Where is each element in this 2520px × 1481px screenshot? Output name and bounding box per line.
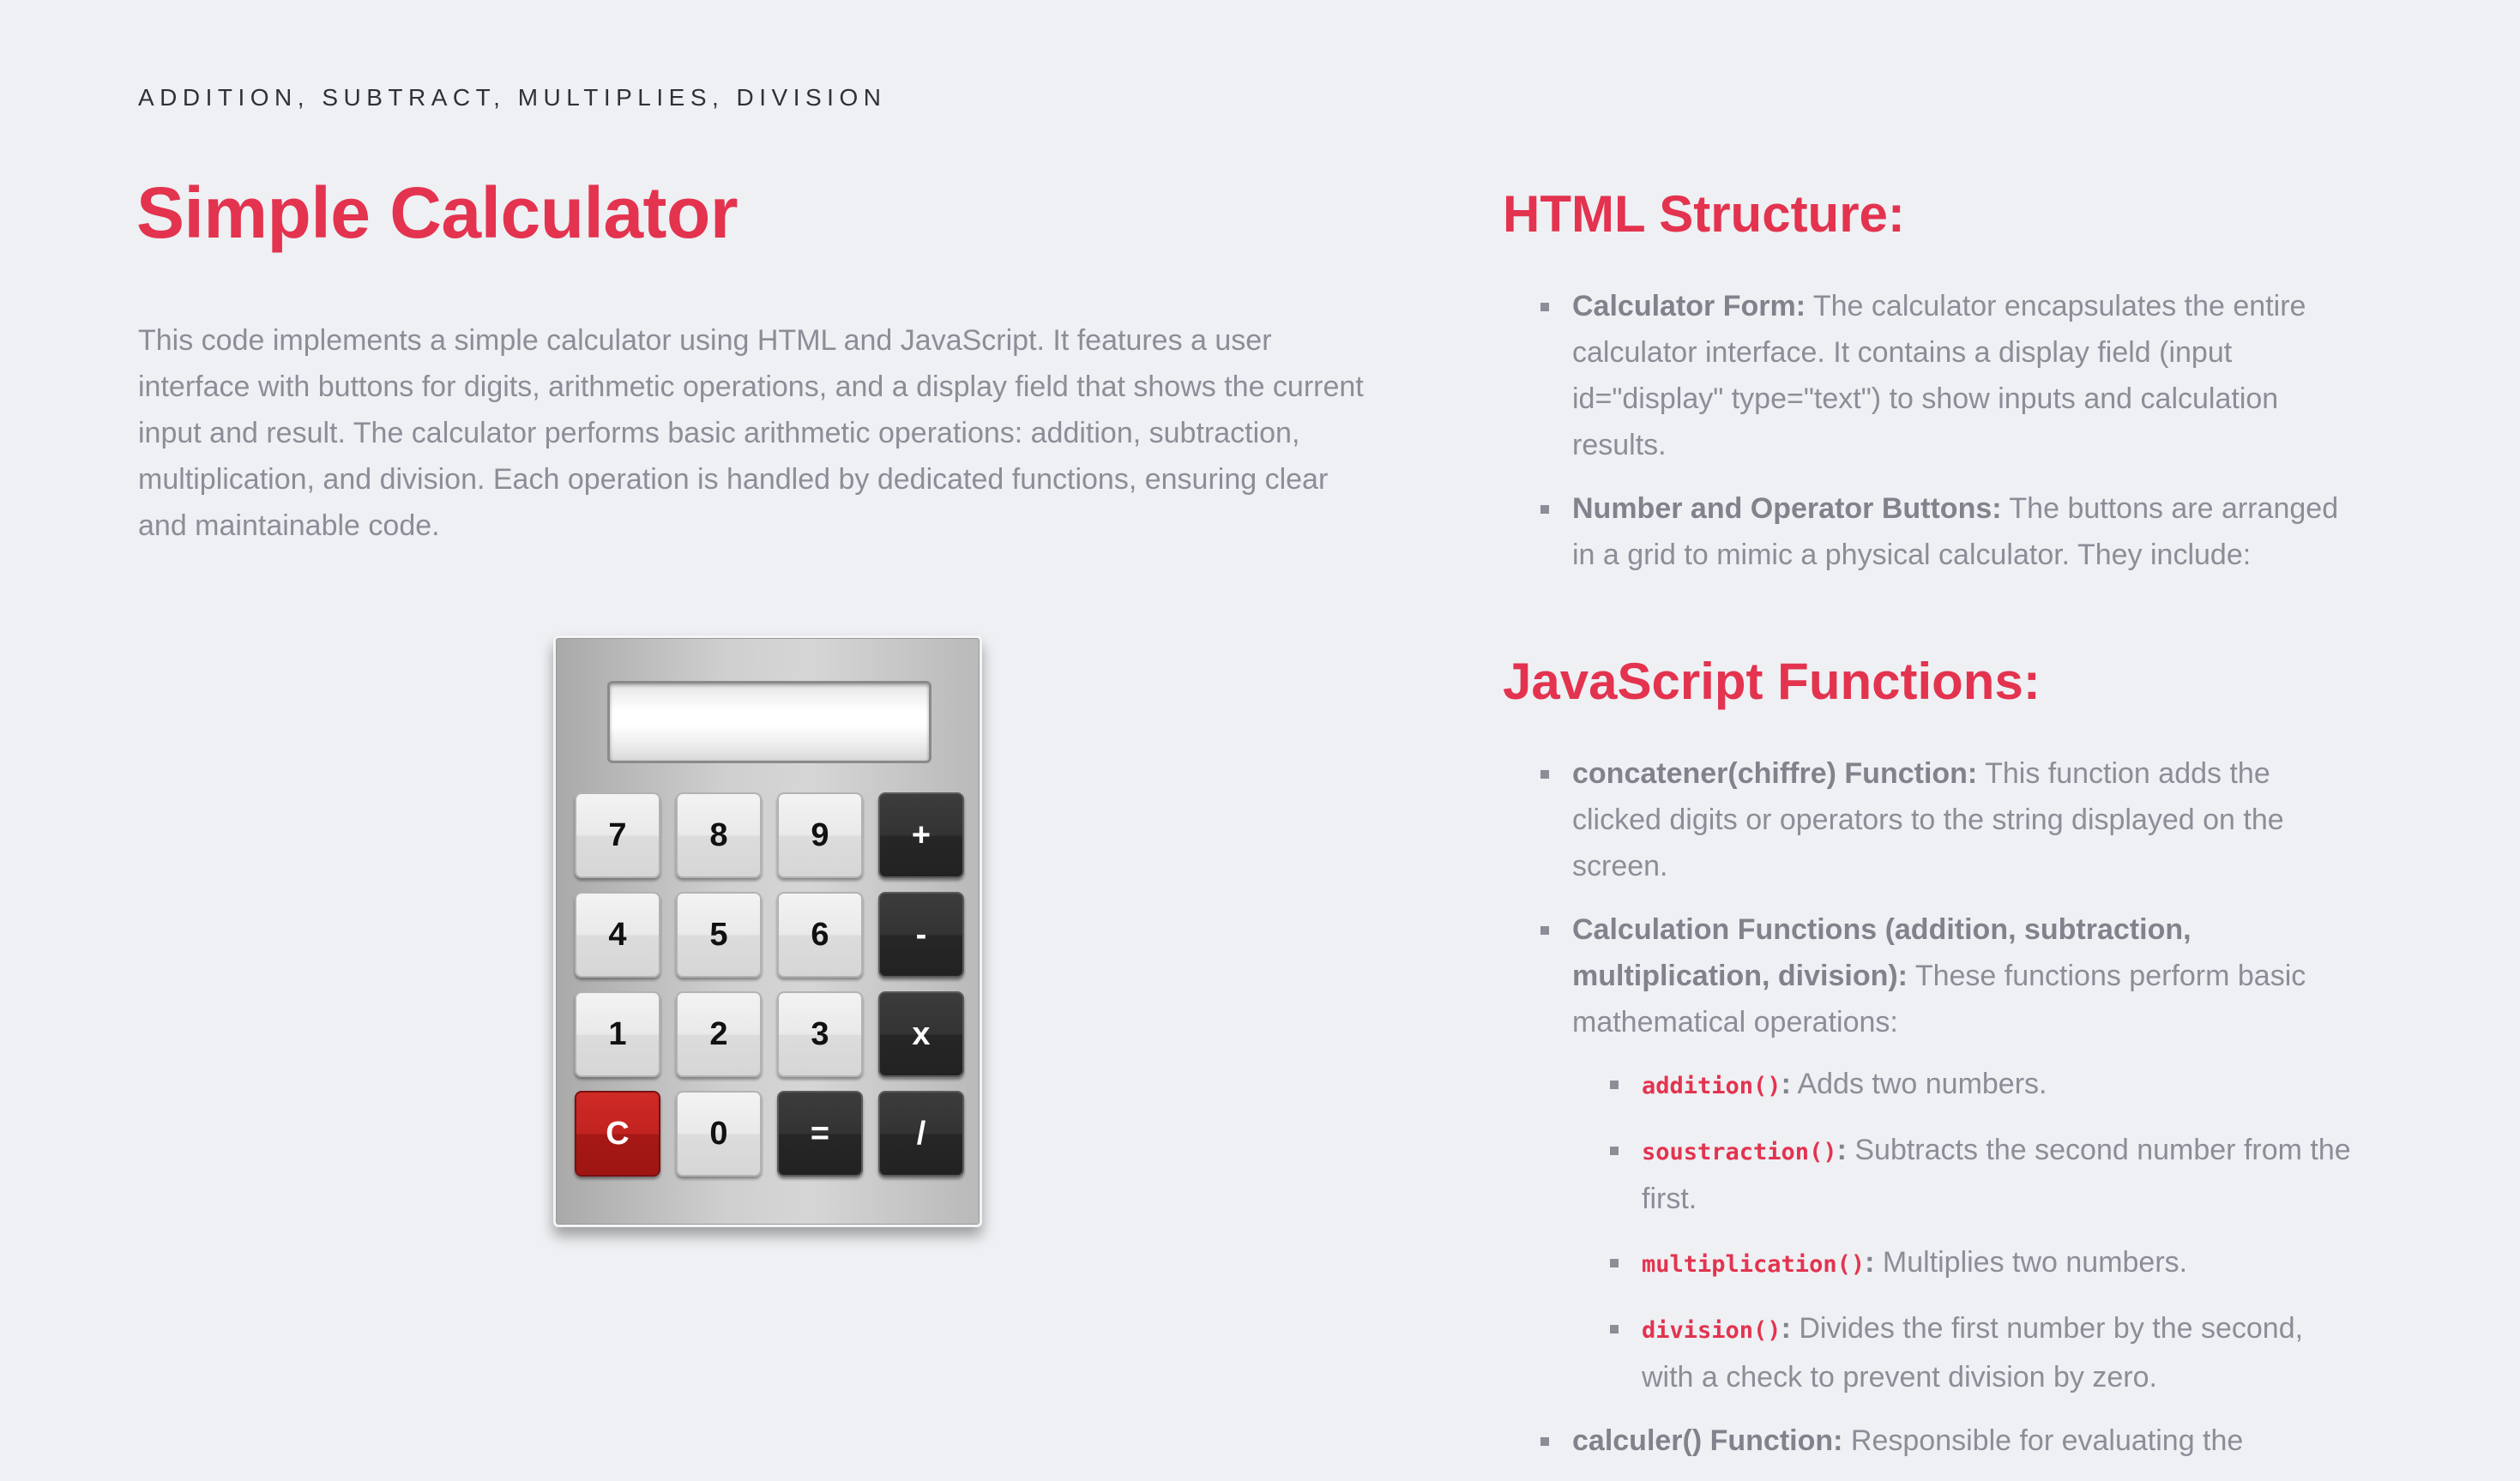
key-1[interactable]: 1 bbox=[575, 991, 660, 1077]
list-item: concatener(chiffre) Function: This funct… bbox=[1503, 750, 2360, 889]
sub-list-item-text: Adds two numbers. bbox=[1790, 1068, 2047, 1100]
calculator-keypad: 7 8 9 +4 5 6- 1 2 3 x C 0 = / bbox=[575, 792, 964, 1177]
colon: : bbox=[1781, 1312, 1791, 1345]
function-code: division() bbox=[1642, 1317, 1781, 1344]
colon: : bbox=[1836, 1134, 1847, 1166]
key-3[interactable]: 3 bbox=[777, 991, 863, 1077]
html-structure-heading: HTML Structure: bbox=[1503, 185, 1905, 243]
calculator-display[interactable] bbox=[607, 681, 931, 763]
colon: : bbox=[1865, 1246, 1875, 1279]
key-5[interactable]: 5 bbox=[676, 892, 762, 978]
function-code: addition() bbox=[1642, 1073, 1781, 1099]
key-multiply[interactable]: x bbox=[878, 991, 964, 1077]
intro-paragraph: This code implements a simple calculator… bbox=[138, 324, 1364, 542]
list-item-label: concatener(chiffre) Function: bbox=[1572, 757, 1978, 790]
key-0[interactable]: 0 bbox=[676, 1091, 762, 1177]
list-item: Calculation Functions (addition, subtrac… bbox=[1503, 906, 2360, 1400]
key-4[interactable]: 4 bbox=[575, 892, 660, 978]
javascript-functions-list: concatener(chiffre) Function: This funct… bbox=[1503, 750, 2360, 1481]
sub-list-item: division(): Divides the first number by … bbox=[1572, 1305, 2360, 1400]
list-item-label: calculer() Function: bbox=[1572, 1424, 1843, 1457]
page-title: Simple Calculator bbox=[136, 172, 739, 253]
key-minus[interactable]: - bbox=[878, 892, 964, 978]
sub-list-item: soustraction(): Subtracts the second num… bbox=[1572, 1127, 2360, 1222]
list-item-label: Number and Operator Buttons: bbox=[1572, 492, 2002, 525]
list-item: Number and Operator Buttons: The buttons… bbox=[1503, 485, 2360, 578]
colon: : bbox=[1781, 1068, 1791, 1100]
sub-list: addition(): Adds two numbers. soustracti… bbox=[1572, 1061, 2360, 1400]
sub-list-item: multiplication(): Multiplies two numbers… bbox=[1572, 1239, 2360, 1288]
key-8[interactable]: 8 bbox=[676, 792, 762, 878]
eyebrow-text: ADDITION, SUBTRACT, MULTIPLIES, DIVISION bbox=[138, 84, 887, 111]
key-2[interactable]: 2 bbox=[676, 991, 762, 1077]
html-structure-list: Calculator Form: The calculator encapsul… bbox=[1503, 283, 2360, 595]
key-6[interactable]: 6 bbox=[777, 892, 863, 978]
function-code: soustraction() bbox=[1642, 1139, 1837, 1165]
sub-list-item: addition(): Adds two numbers. bbox=[1572, 1061, 2360, 1110]
key-equals[interactable]: = bbox=[777, 1091, 863, 1177]
calculator: 7 8 9 +4 5 6- 1 2 3 x C 0 = / bbox=[553, 635, 982, 1227]
key-9[interactable]: 9 bbox=[777, 792, 863, 878]
key-plus[interactable]: + bbox=[878, 792, 964, 878]
key-7[interactable]: 7 bbox=[575, 792, 660, 878]
key-divide[interactable]: / bbox=[878, 1091, 964, 1177]
key-clear[interactable]: C bbox=[575, 1091, 660, 1177]
list-item-text: Responsible for evaluating the bbox=[1842, 1424, 2244, 1457]
list-item-label: Calculator Form: bbox=[1572, 290, 1806, 322]
javascript-functions-heading: JavaScript Functions: bbox=[1503, 653, 2041, 710]
function-code: multiplication() bbox=[1642, 1251, 1866, 1278]
list-item: calculer() Function: Responsible for eva… bbox=[1503, 1418, 2360, 1464]
sub-list-item-text: Multiplies two numbers. bbox=[1874, 1246, 2188, 1279]
list-item: Calculator Form: The calculator encapsul… bbox=[1503, 283, 2360, 468]
